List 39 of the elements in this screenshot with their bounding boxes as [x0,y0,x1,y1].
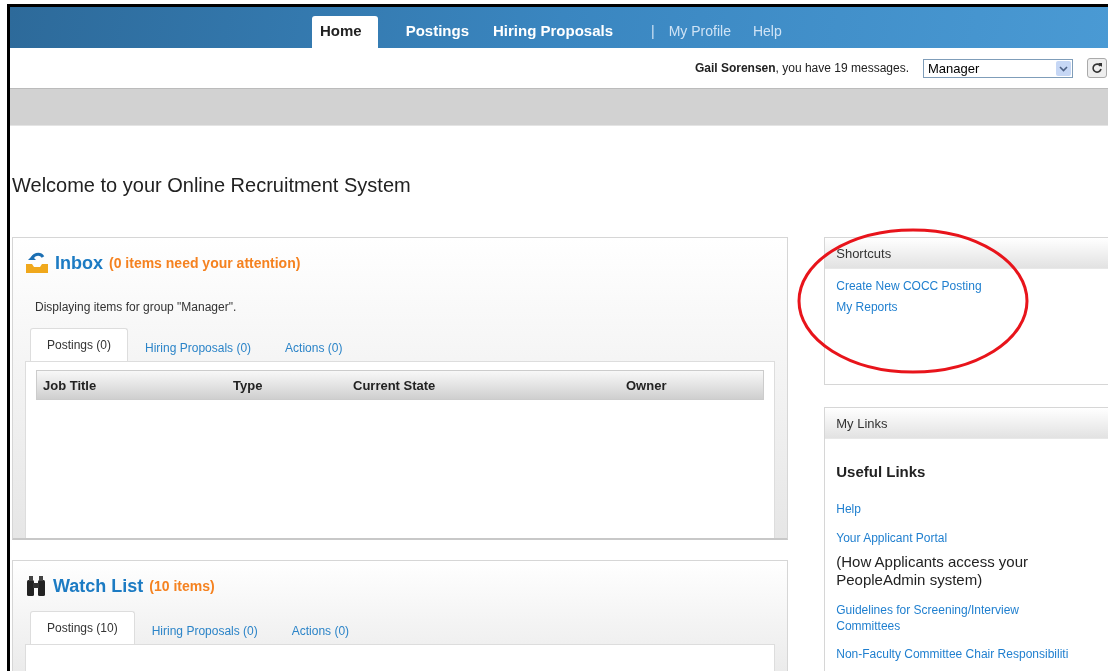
useful-link[interactable]: Non-Faculty Committee Chair Responsibiliti [836,647,1100,662]
column-header: Job Title [43,377,98,393]
nav-tab[interactable]: Postings [397,16,486,48]
panel-title: Watch List [53,575,144,597]
tab[interactable]: Hiring Proposals (0) [134,616,275,644]
panel-title: My Links [836,415,888,431]
refresh-icon [1091,62,1103,74]
role-select[interactable]: Manager [923,58,1073,78]
page-title: Welcome to your Online Recruitment System [12,174,412,197]
refresh-button[interactable] [1087,58,1107,78]
tab[interactable]: Postings (10) [30,611,135,644]
column-header: Current State [353,377,437,393]
tab[interactable]: Hiring Proposals (0) [128,333,269,361]
inbox-icon [25,252,49,274]
nav-tab[interactable]: Home [312,16,378,48]
group-note: Displaying items for group "Manager". [35,300,238,314]
useful-link[interactable]: Help [836,501,1057,517]
item-count: (0 items need your attention) [109,255,301,271]
tab[interactable]: Actions (0) [274,616,367,644]
nav-tab[interactable]: My Profile [662,17,747,48]
tab[interactable]: Postings (0) [30,328,129,361]
column-header: Owner [626,377,668,393]
tab[interactable]: Actions (0) [268,333,360,361]
greeting-text: Gail Sorensen, you have 19 messages. [694,61,909,75]
panel-title: Shortcuts [836,245,892,261]
useful-link[interactable]: Guidelines for Screening/Interview Committees [836,602,1057,634]
pipe-text: | [650,22,656,41]
caret-icon [1056,60,1071,76]
nav-tab[interactable]: Help [746,17,798,48]
link-note: (How Applicants access your PeopleAdmin system) [836,553,1029,589]
panel-title: Inbox [55,252,103,274]
useful-link[interactable]: Your Applicant Portal [836,530,1057,546]
binoculars-icon [25,575,47,597]
nav-tab[interactable]: Hiring Proposals [485,16,630,48]
shortcut-link[interactable]: My Reports [836,300,1100,315]
shortcut-link[interactable]: Create New COCC Posting [836,279,1100,294]
section-heading: Useful Links [836,463,927,480]
column-header: Type [233,377,264,393]
item-count: (10 items) [149,578,215,594]
